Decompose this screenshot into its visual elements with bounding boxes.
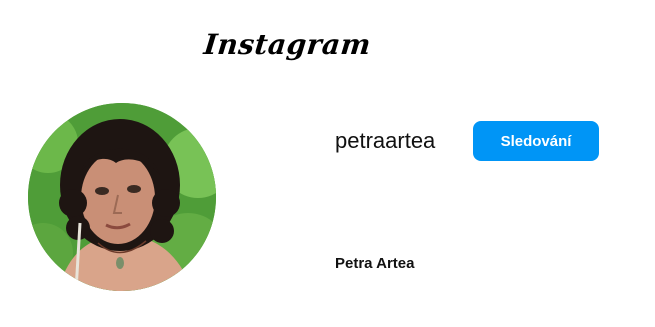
profile-full-name: Petra Artea bbox=[335, 255, 415, 272]
avatar-photo bbox=[28, 103, 216, 291]
profile-username: petraartea bbox=[335, 128, 436, 153]
follow-button[interactable]: Sledování bbox=[473, 121, 599, 161]
instagram-logo[interactable]: Instagram bbox=[202, 28, 372, 61]
profile-avatar[interactable] bbox=[28, 103, 216, 291]
